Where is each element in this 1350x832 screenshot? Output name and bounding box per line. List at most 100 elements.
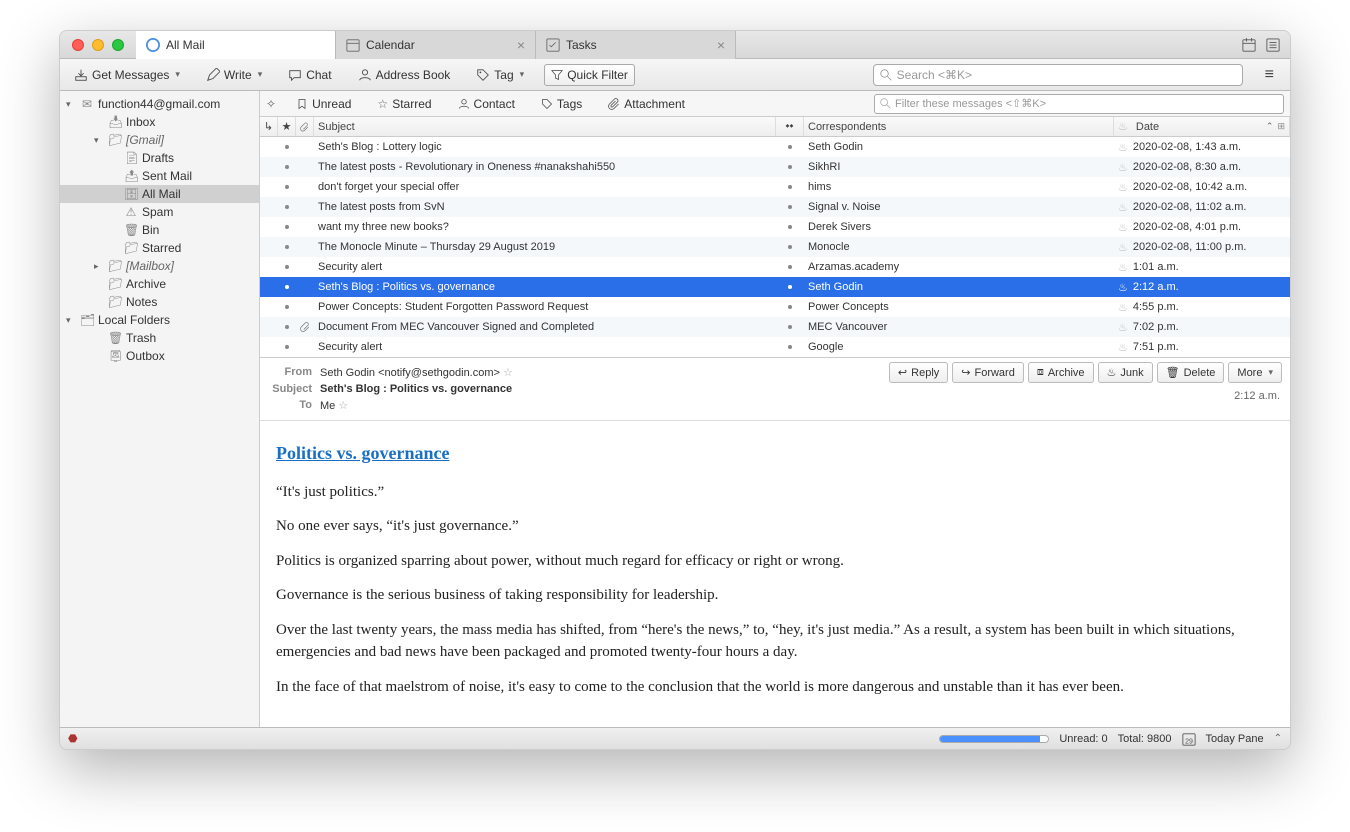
minimize-window-button[interactable] [92, 39, 104, 51]
col-correspondents[interactable]: Correspondents [804, 117, 1114, 136]
filter-attachment[interactable]: Attachment [602, 94, 691, 114]
tab-calendar[interactable]: Calendar× [336, 31, 536, 59]
write-button[interactable]: Write ▾ [200, 65, 268, 85]
main-toolbar: Get Messages ▾ Write ▾ Chat Address Book… [60, 59, 1290, 91]
filter-unread[interactable]: Unread [290, 94, 357, 114]
tab-tasks[interactable]: Tasks× [536, 31, 736, 59]
message-subject: want my three new books? [314, 221, 776, 233]
star-icon[interactable]: ☆ [338, 400, 348, 412]
column-picker-icon[interactable]: ⊞ [1277, 121, 1285, 132]
message-correspondent: MEC Vancouver [804, 321, 1114, 333]
star-toggle[interactable] [278, 165, 296, 169]
message-correspondent: Monocle [804, 241, 1114, 253]
tasks-toolbar-icon[interactable] [1266, 38, 1280, 52]
close-window-button[interactable] [72, 39, 84, 51]
star-toggle[interactable] [278, 285, 296, 289]
folder-bin[interactable]: 🗑︎Bin [60, 221, 259, 239]
close-icon[interactable]: × [717, 37, 725, 53]
junk-button[interactable]: ♨Junk [1098, 362, 1153, 383]
filter-contact[interactable]: Contact [452, 94, 521, 114]
local-folders-node[interactable]: ▾ 🗂︎ Local Folders [60, 311, 259, 329]
folder-sent-mail[interactable]: 📤︎Sent Mail [60, 167, 259, 185]
folder-drafts[interactable]: 📄︎Drafts [60, 149, 259, 167]
message-row[interactable]: Power Concepts: Student Forgotten Passwo… [260, 297, 1290, 317]
tab-all-mail[interactable]: All Mail [136, 31, 336, 59]
pin-filter-icon[interactable]: ✧ [266, 97, 276, 111]
folder-icon: 📁︎ [108, 259, 122, 273]
delete-button[interactable]: 🗑︎Delete [1157, 362, 1225, 383]
star-toggle[interactable] [278, 145, 296, 149]
star-toggle[interactable] [278, 225, 296, 229]
message-body[interactable]: Politics vs. governance “It's just polit… [260, 421, 1290, 727]
message-row[interactable]: want my three new books?Derek Sivers♨202… [260, 217, 1290, 237]
chevron-up-icon[interactable]: ⌃ [1274, 733, 1282, 744]
titlebar-right-icons [1232, 38, 1290, 52]
folder-trash[interactable]: 🗑︎Trash [60, 329, 259, 347]
write-label: Write [224, 68, 252, 82]
filter-starred[interactable]: ☆ Starred [371, 94, 437, 114]
message-row[interactable]: don't forget your special offerhims♨2020… [260, 177, 1290, 197]
col-read[interactable]: ⬩⬩ [776, 117, 804, 136]
folder-all-mail[interactable]: 🗄︎All Mail [60, 185, 259, 203]
star-toggle[interactable] [278, 305, 296, 309]
message-correspondent: SikhRI [804, 161, 1114, 173]
folder-spam[interactable]: ⚠︎Spam [60, 203, 259, 221]
flame-icon: ♨ [1107, 366, 1117, 379]
filter-tags[interactable]: Tags [535, 94, 588, 114]
flame-icon: ♨ [1118, 301, 1128, 314]
zoom-window-button[interactable] [112, 39, 124, 51]
folder-starred[interactable]: 📁︎Starred [60, 239, 259, 257]
col-attachment[interactable] [296, 117, 314, 136]
archive-button[interactable]: ⧈Archive [1028, 362, 1094, 383]
folder-notes[interactable]: 📁︎Notes [60, 293, 259, 311]
col-subject[interactable]: Subject [314, 117, 776, 136]
get-messages-button[interactable]: Get Messages ▾ [68, 65, 186, 85]
app-menu-button[interactable]: ≡ [1257, 66, 1282, 84]
message-row[interactable]: Seth's Blog : Politics vs. governanceSet… [260, 277, 1290, 297]
col-star[interactable]: ★ [278, 117, 296, 136]
calendar-toolbar-icon[interactable] [1242, 38, 1256, 52]
account-node[interactable]: ▾ ✉︎ function44@gmail.com [60, 95, 259, 113]
forward-button[interactable]: ↪︎Forward [952, 362, 1024, 383]
message-row[interactable]: The latest posts - Revolutionary in Onen… [260, 157, 1290, 177]
message-filter-input[interactable]: Filter these messages <⇧⌘K> [874, 94, 1284, 114]
tab-icon [146, 38, 160, 52]
message-row[interactable]: The latest posts from SvNSignal v. Noise… [260, 197, 1290, 217]
today-pane-toggle[interactable]: Today Pane [1206, 733, 1264, 745]
global-search-input[interactable]: Search <⌘K> [873, 64, 1243, 86]
folder-inbox[interactable]: 📥︎Inbox [60, 113, 259, 131]
close-icon[interactable]: × [517, 37, 525, 53]
star-icon[interactable]: ☆ [503, 367, 513, 379]
star-toggle[interactable] [278, 325, 296, 329]
online-status-icon[interactable]: ⬣ [68, 732, 78, 745]
folder--mailbox-[interactable]: ▸📁︎[Mailbox] [60, 257, 259, 275]
tag-button[interactable]: Tag ▾ [470, 65, 530, 85]
more-button[interactable]: More▾ [1228, 362, 1282, 383]
message-row[interactable]: Security alertArzamas.academy♨1:01 a.m. [260, 257, 1290, 277]
star-toggle[interactable] [278, 205, 296, 209]
quick-filter-button[interactable]: Quick Filter [544, 64, 635, 86]
reply-button[interactable]: ↩︎Reply [889, 362, 948, 383]
star-toggle[interactable] [278, 185, 296, 189]
message-row[interactable]: The Monocle Minute – Thursday 29 August … [260, 237, 1290, 257]
star-toggle[interactable] [278, 245, 296, 249]
folder--gmail-[interactable]: ▾📁︎[Gmail] [60, 131, 259, 149]
message-row[interactable]: Seth's Blog : Lottery logicSeth Godin♨20… [260, 137, 1290, 157]
star-toggle[interactable] [278, 265, 296, 269]
quick-filter-label: Quick Filter [567, 68, 628, 82]
trash-icon: 🗑︎ [1166, 366, 1180, 379]
address-book-button[interactable]: Address Book [352, 65, 457, 85]
folder-outbox[interactable]: 📮︎Outbox [60, 347, 259, 365]
message-row[interactable]: Document From MEC Vancouver Signed and C… [260, 317, 1290, 337]
message-timestamp: 2:12 a.m. [1234, 390, 1280, 402]
chat-icon [288, 68, 302, 82]
col-thread[interactable]: ↳ [260, 117, 278, 136]
star-toggle[interactable] [278, 345, 296, 349]
chat-button[interactable]: Chat [282, 65, 337, 85]
article-title-link[interactable]: Politics vs. governance [276, 443, 449, 463]
titlebar: All MailCalendar×Tasks× [60, 31, 1290, 59]
message-row[interactable]: Security alertGoogle♨7:51 p.m. [260, 337, 1290, 357]
col-date[interactable]: ♨ Date ⌃ ⊞ [1114, 117, 1290, 136]
folder-archive[interactable]: 📁︎Archive [60, 275, 259, 293]
folder-label: Sent Mail [142, 169, 192, 183]
